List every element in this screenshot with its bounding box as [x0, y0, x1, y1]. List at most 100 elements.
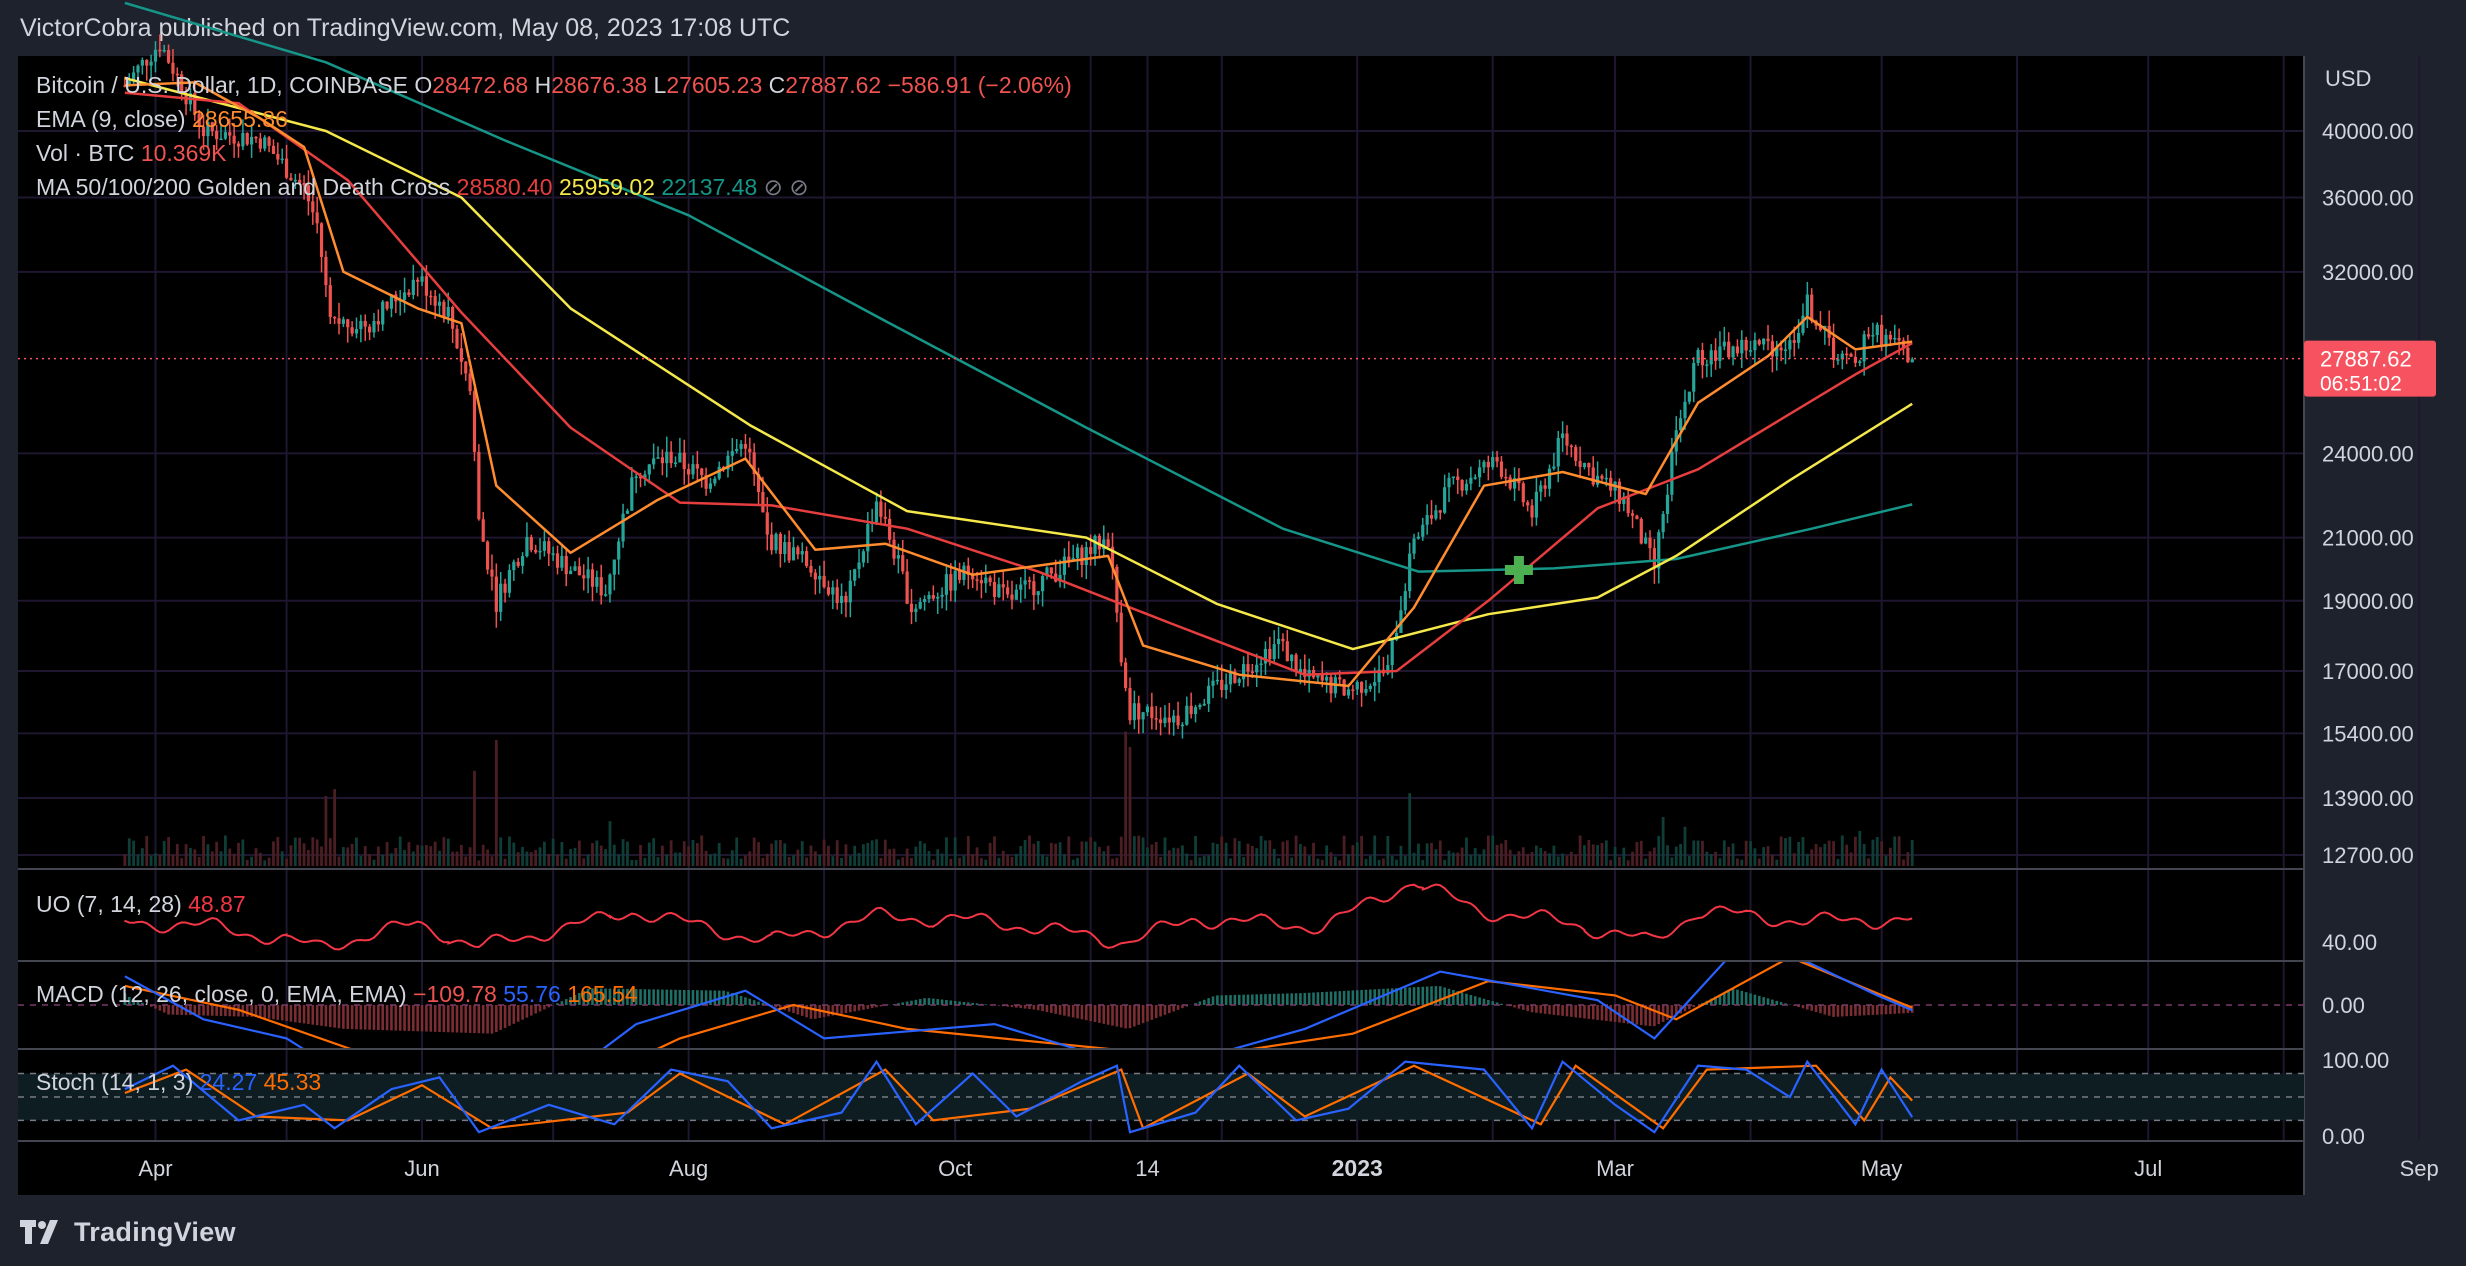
macd-histogram-bar: [1106, 1005, 1110, 1025]
volume-bar: [1692, 840, 1696, 866]
macd-histogram-bar: [1819, 1005, 1822, 1014]
candle-body: [1539, 485, 1543, 492]
volume-bar: [1897, 836, 1901, 866]
volume-bar: [966, 836, 970, 866]
candle-body: [748, 448, 752, 453]
macd-histogram-bar: [1233, 994, 1237, 1005]
macd-histogram-bar: [639, 989, 642, 1005]
legend-text: 45.33: [264, 1069, 322, 1095]
macd-histogram-bar: [1596, 1005, 1599, 1020]
volume-bar: [984, 859, 988, 866]
candle-body: [424, 276, 429, 296]
candle-body: [271, 145, 276, 154]
candle-body: [1460, 480, 1464, 491]
candle-body: [660, 457, 664, 464]
macd-histogram-bar: [1412, 987, 1416, 1005]
candle-body: [953, 570, 957, 591]
candle-body: [1338, 677, 1342, 680]
volume-bar: [381, 854, 385, 866]
macd-histogram-bar: [1862, 1005, 1866, 1016]
candle-body: [1491, 457, 1495, 468]
candle-body: [1154, 718, 1158, 720]
volume-bar: [1098, 846, 1101, 866]
volume-bar: [704, 850, 708, 866]
volume-bar: [1421, 859, 1425, 866]
candle-body: [1486, 461, 1490, 468]
macd-histogram-bar: [984, 1004, 988, 1005]
candle-body: [1456, 476, 1460, 481]
candle-body: [1438, 510, 1442, 513]
volume-bar: [783, 843, 787, 866]
volume-bar: [1054, 843, 1058, 866]
macd-histogram-bar: [1133, 1005, 1136, 1027]
candle-body: [1740, 339, 1744, 354]
volume-bar: [1657, 835, 1661, 866]
legend-text: −109.78: [413, 981, 503, 1007]
macd-histogram-bar: [320, 1005, 323, 1026]
volume-bar: [722, 858, 725, 866]
macd-histogram-bar: [1272, 993, 1276, 1005]
candle-body: [446, 306, 450, 317]
volume-bar: [1521, 847, 1525, 866]
volume-bar: [333, 789, 337, 866]
tradingview-logo[interactable]: TradingView: [20, 1214, 236, 1250]
candle-body: [1320, 674, 1324, 681]
candle-body: [1880, 324, 1884, 347]
candle-body: [416, 279, 420, 282]
volume-bar: [748, 851, 752, 866]
candle-body: [477, 451, 481, 520]
volume-bar: [438, 850, 441, 866]
macd-histogram-bar: [1067, 1005, 1071, 1017]
volume-bar: [752, 837, 756, 866]
volume-bar: [1268, 840, 1272, 866]
macd-histogram-bar: [302, 1005, 306, 1024]
volume-bar: [1041, 854, 1044, 866]
macd-histogram-bar: [1897, 1005, 1901, 1014]
macd-histogram-bar: [1570, 1005, 1573, 1017]
candle-body: [922, 599, 927, 603]
macd-histogram-bar: [324, 1005, 328, 1027]
macd-histogram-bar: [355, 1005, 358, 1030]
stoch-axis-tick: 100.00: [2322, 1048, 2389, 1073]
macd-histogram-bar: [809, 1005, 813, 1019]
candle-body: [1040, 576, 1045, 592]
volume-bar: [551, 838, 555, 866]
macd-histogram-bar: [1251, 994, 1254, 1005]
candle-body: [547, 541, 551, 554]
macd-histogram-bar: [1159, 1005, 1162, 1017]
macd-histogram-bar: [508, 1005, 511, 1026]
volume-bar: [691, 839, 695, 866]
candle-body: [1325, 676, 1329, 681]
candle-body: [582, 575, 586, 579]
candle-body: [1202, 703, 1206, 706]
macd-histogram-bar: [1334, 991, 1337, 1005]
macd-histogram-bar: [1841, 1005, 1844, 1017]
candle-body: [1137, 703, 1141, 720]
macd-histogram-bar: [1583, 1005, 1586, 1019]
volume-bar: [971, 854, 975, 866]
candle-body: [1220, 679, 1224, 690]
candle-body: [1106, 539, 1110, 547]
macd-histogram-bar: [1237, 994, 1241, 1005]
volume-bar: [1001, 850, 1005, 866]
macd-histogram-bar: [1264, 994, 1267, 1005]
volume-bar: [499, 837, 503, 866]
volume-bar: [1176, 848, 1180, 866]
candle-body: [1552, 466, 1556, 469]
macd-histogram-bar: [442, 1005, 446, 1033]
volume-bar: [193, 849, 197, 866]
macd-histogram-bar: [455, 1005, 459, 1033]
volume-bar: [1604, 840, 1608, 866]
macd-histogram-bar: [1342, 990, 1346, 1005]
candle-body: [1477, 467, 1482, 478]
x-axis-tick: May: [1861, 1156, 1903, 1181]
macd-histogram-bar: [1836, 1005, 1840, 1017]
macd-histogram-bar: [346, 1005, 350, 1030]
candle-body: [1639, 518, 1643, 544]
candle-body: [1145, 706, 1150, 713]
volume-bar: [866, 842, 870, 866]
price-chart[interactable]: USD 40000.00 36000.00 32000.00 24000.00 21000…: [0, 0, 2466, 1266]
volume-bar: [1805, 853, 1809, 866]
volume-bar: [298, 837, 302, 866]
volume-bar: [1884, 855, 1888, 866]
